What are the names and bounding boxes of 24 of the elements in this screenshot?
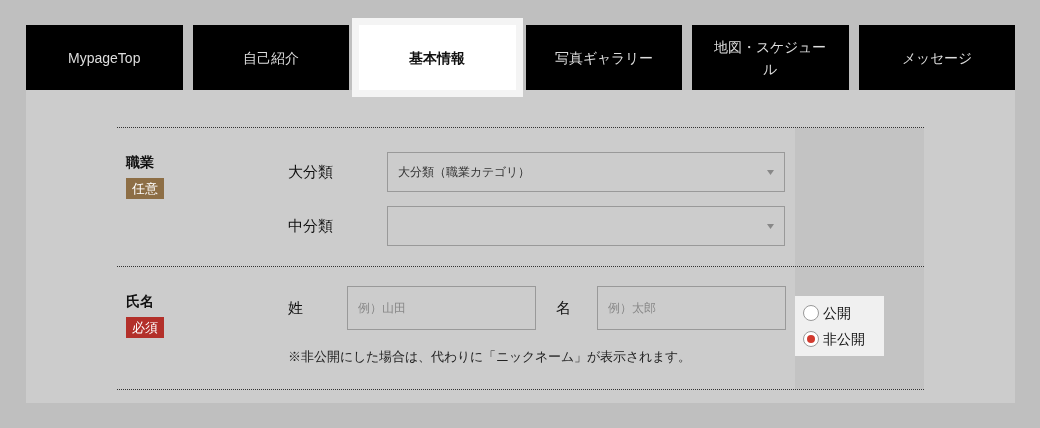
text-field[interactable]: 例）太郎 [597, 286, 786, 330]
field-label: 職業 [126, 153, 154, 172]
requirement-tag: 必須 [126, 317, 164, 338]
radio-option[interactable]: 公開 [803, 302, 876, 324]
nav-tab[interactable]: MypageTop [26, 25, 183, 90]
nav-tab[interactable]: 写真ギャラリー [525, 25, 682, 90]
caret-icon [767, 169, 774, 175]
field-label: 名 [555, 297, 572, 318]
radio-button[interactable] [803, 331, 819, 347]
text-field[interactable]: 例）山田 [347, 286, 536, 330]
radio-option[interactable]: 非公開 [803, 328, 876, 350]
nav-tab[interactable]: メッセージ [858, 25, 1015, 90]
radio-button[interactable] [803, 305, 819, 321]
dropdown[interactable] [387, 206, 785, 246]
field-label: 大分類 [288, 161, 334, 182]
note-text: ※非公開にした場合は、代わりに「ニックネーム」が表示されます。 [288, 349, 692, 366]
caret-icon [767, 223, 774, 229]
nav-tab[interactable]: 自己紹介 [192, 25, 349, 90]
nav-tab[interactable]: 地図・スケジュール [692, 25, 849, 90]
field-label: 氏名 [126, 292, 154, 311]
field-label: 中分類 [288, 215, 334, 236]
field-label: 姓 [288, 297, 304, 318]
dropdown[interactable]: 大分類（職業カテゴリ） [387, 152, 785, 192]
requirement-tag: 任意 [126, 178, 164, 199]
